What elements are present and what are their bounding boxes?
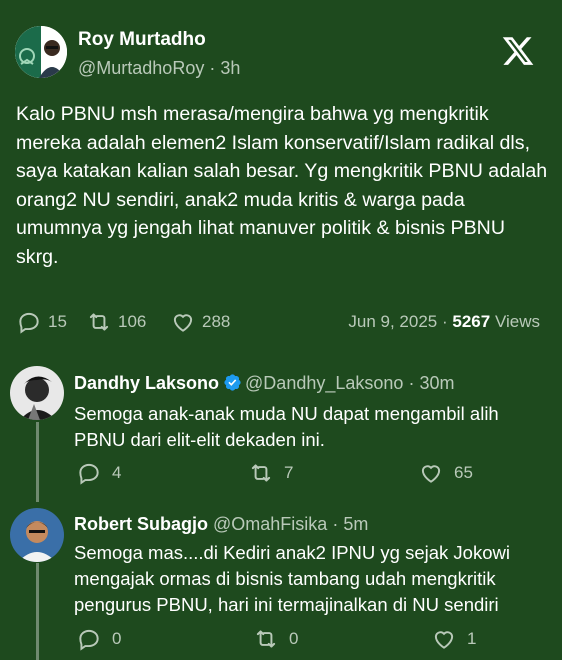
meta-separator: · bbox=[332, 514, 339, 534]
reply-count: 4 bbox=[112, 463, 122, 482]
x-logo-icon bbox=[502, 37, 534, 65]
heart-icon bbox=[173, 314, 193, 332]
meta-separator: · bbox=[408, 373, 415, 393]
post-date[interactable]: Jun 9, 2025 bbox=[348, 312, 437, 331]
thread-line bbox=[36, 422, 39, 502]
reply-button[interactable]: 15 bbox=[16, 307, 67, 337]
post-time[interactable]: 3h bbox=[220, 58, 240, 78]
repost-count: 7 bbox=[284, 463, 294, 482]
repost-icon bbox=[89, 313, 109, 331]
repost-count: 106 bbox=[118, 312, 147, 331]
author-avatar[interactable] bbox=[15, 26, 67, 78]
date-separator: · bbox=[441, 312, 448, 331]
repost-button[interactable]: 7 bbox=[248, 458, 293, 488]
post-actions: 15 106 288 Jun 9, 2025 · 5267 Views bbox=[0, 307, 562, 337]
reply-count: 15 bbox=[48, 312, 67, 331]
post-date-views: Jun 9, 2025 · 5267 Views bbox=[348, 312, 540, 332]
reply-author-handle[interactable]: @OmahFisika bbox=[213, 514, 327, 534]
avatar-image bbox=[10, 366, 64, 420]
avatar-image bbox=[10, 508, 64, 562]
meta-separator: · bbox=[209, 58, 216, 78]
author-handle[interactable]: @MurtadhoRoy bbox=[78, 58, 204, 78]
reply-author-name[interactable]: Robert Subagjo bbox=[74, 514, 208, 534]
like-button[interactable]: 1 bbox=[431, 624, 476, 654]
author-name[interactable]: Roy Murtadho bbox=[78, 29, 206, 51]
reply-avatar[interactable] bbox=[10, 508, 64, 562]
like-count: 288 bbox=[202, 312, 231, 331]
reply-author-handle[interactable]: @Dandhy_Laksono bbox=[245, 373, 403, 393]
views-count: 5267 bbox=[452, 312, 491, 331]
repost-icon bbox=[256, 630, 276, 648]
reply-button[interactable]: 0 bbox=[76, 624, 121, 654]
reply-author-line: Robert Subagjo @OmahFisika · 5m bbox=[74, 514, 368, 535]
reply-author-name[interactable]: Dandhy Laksono bbox=[74, 373, 219, 393]
reply-time[interactable]: 30m bbox=[419, 373, 454, 393]
reply-text: Semoga mas....di Kediri anak2 IPNU yg se… bbox=[74, 542, 510, 615]
avatar-image bbox=[15, 26, 67, 78]
like-button[interactable]: 65 bbox=[418, 458, 473, 488]
reply-icon bbox=[79, 629, 99, 651]
reply-icon bbox=[19, 312, 39, 334]
author-meta: @MurtadhoRoy · 3h bbox=[78, 58, 240, 79]
reply-author-line: Dandhy Laksono @Dandhy_Laksono · 30m bbox=[74, 373, 454, 394]
like-count: 65 bbox=[454, 463, 473, 482]
repost-button[interactable]: 0 bbox=[253, 624, 298, 654]
post-text: Kalo PBNU msh merasa/mengira bahwa yg me… bbox=[16, 103, 548, 268]
heart-icon bbox=[434, 631, 454, 649]
heart-icon bbox=[421, 465, 441, 483]
repost-count: 0 bbox=[289, 629, 299, 648]
repost-icon bbox=[251, 464, 271, 482]
repost-button[interactable]: 106 bbox=[86, 307, 146, 337]
views-label: Views bbox=[494, 312, 540, 331]
reply-text: Semoga anak-anak muda NU dapat mengambil… bbox=[74, 403, 499, 450]
verified-badge-icon bbox=[224, 374, 241, 391]
reply-button[interactable]: 4 bbox=[76, 458, 121, 488]
reply-count: 0 bbox=[112, 629, 122, 648]
like-button[interactable]: 288 bbox=[170, 307, 230, 337]
like-count: 1 bbox=[467, 629, 477, 648]
reply-avatar[interactable] bbox=[10, 366, 64, 420]
reply-icon bbox=[79, 463, 99, 485]
reply-time[interactable]: 5m bbox=[343, 514, 368, 534]
thread-line bbox=[36, 563, 39, 660]
